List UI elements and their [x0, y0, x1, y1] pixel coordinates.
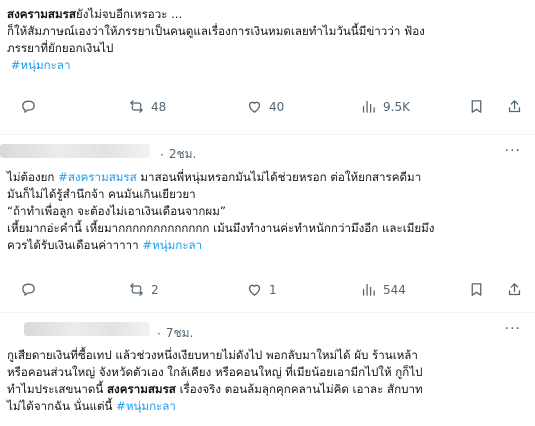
- views-count: 544: [383, 282, 406, 297]
- reply-icon: [22, 100, 35, 113]
- reply-actions: 2 1 544: [0, 281, 535, 305]
- share-icon: [508, 283, 521, 296]
- reply-button[interactable]: [20, 98, 37, 115]
- post-text-line3: ภรรยาที่ยักยอกเงินไป: [7, 41, 114, 55]
- post-text-line1: ยังไม่จบอีกเหรอวะ ...: [75, 7, 183, 21]
- share-icon: [508, 100, 521, 113]
- like-button[interactable]: 40: [246, 98, 284, 115]
- hashtag-link[interactable]: #หนุ่มกะลา: [11, 58, 71, 72]
- more-options-button[interactable]: ···: [505, 321, 521, 337]
- like-button[interactable]: 1: [246, 281, 277, 298]
- bookmark-icon: [471, 283, 482, 296]
- reply-text-line2: หรือคอนส่วนใหญ่ จังหวัดตัวเอง ใกล้เคียง …: [7, 365, 423, 379]
- reply-text-line5: ควรได้รับเงินเดือนค่าาาาา: [7, 238, 143, 252]
- reply-text-line2: มันก็ไม่ได้รู้สำนึกจ้า คนมันเกินเยียวยา: [7, 187, 196, 201]
- views-button[interactable]: 9.5K: [360, 98, 410, 115]
- reply-text-l1b: มาสอนพี่หนุ่มหรอกมันไม่ได้ช่วยหรอก ต่อให…: [136, 170, 422, 184]
- post-actions: 48 40 9.5K: [0, 98, 535, 122]
- repost-icon: [130, 283, 143, 296]
- reply-text-l4a: ไม่ได้จากฉัน นั่นแต่นี้: [7, 399, 117, 413]
- repost-button[interactable]: 48: [128, 98, 166, 115]
- repost-count: 2: [151, 282, 159, 297]
- reply-text: กูเสียดายเงินที่ซื้อเทป แล้วช่วงหนึ่งเงี…: [7, 347, 527, 415]
- hashtag-link[interactable]: #หนุ่มกะลา: [142, 238, 202, 252]
- like-count: 40: [269, 99, 285, 114]
- reply-time: 7ชม.: [165, 326, 194, 340]
- post-text: สงครามสมรสยังไม่จบอีกเหรอวะ ... ก็ให้สัม…: [7, 6, 527, 74]
- more-options-button[interactable]: ···: [505, 143, 521, 159]
- reply-meta: · 7ชม.: [157, 324, 193, 343]
- views-icon: [362, 283, 375, 296]
- hashtag-link[interactable]: #สงครามสมรส: [58, 170, 137, 184]
- redacted-username: [0, 144, 150, 158]
- bookmark-button[interactable]: [468, 98, 485, 115]
- repost-count: 48: [151, 99, 167, 114]
- repost-icon: [130, 100, 143, 113]
- share-button[interactable]: [506, 98, 523, 115]
- redacted-username: [24, 322, 150, 336]
- hashtag-link[interactable]: #หนุ่มกะลา: [116, 399, 176, 413]
- views-count: 9.5K: [383, 99, 410, 114]
- reply-text-l3a: ทำไมประเสขนาดนี้: [7, 382, 107, 396]
- share-button[interactable]: [506, 281, 523, 298]
- reply-text-l1a: ไม่ต้องยก: [7, 170, 59, 184]
- repost-button[interactable]: 2: [128, 281, 159, 298]
- post-text-line2: ก็ให้สัมภาษณ์เองว่าให้ภรรยาเป็นคนดูแลเรื…: [7, 24, 425, 38]
- bookmark-button[interactable]: [468, 281, 485, 298]
- bookmark-icon: [471, 100, 482, 113]
- heart-icon: [248, 101, 261, 113]
- reply-text-bold: สงครามสมรส: [106, 382, 176, 396]
- views-icon: [362, 100, 375, 113]
- heart-icon: [248, 284, 261, 296]
- reply-text: ไม่ต้องยก #สงครามสมรส มาสอนพี่หนุ่มหรอกม…: [7, 169, 527, 254]
- reply-time: 2ชม.: [168, 147, 197, 161]
- post-hashtag-bold: สงครามสมรส: [7, 7, 76, 21]
- reply-post-2: · 7ชม. ··· กูเสียดายเงินที่ซื้อเทป แล้วช่…: [0, 313, 535, 426]
- main-post: สงครามสมรสยังไม่จบอีกเหรอวะ ... ก็ให้สัม…: [0, 0, 535, 126]
- reply-post-1: · 2ชม. ··· ไม่ต้องยก #สงครามสมรส มาสอนพี่…: [0, 135, 535, 310]
- reply-meta: · 2ชม.: [160, 145, 196, 164]
- reply-text-line3: “ถ้าทำเพื่อลูก จะต้องไม่เอาเงินเดือนจากผ…: [7, 204, 226, 218]
- reply-text-l3b: เรื่องจริง ตอนล้มลุกคุกคลานไม่คิด เอาละ …: [175, 382, 423, 396]
- views-button[interactable]: 544: [360, 281, 406, 298]
- reply-text-line4: เหี้ยมากอ่ะคำนี้ เหี้ยมากกกกกกกกกกกกก เม…: [7, 221, 435, 235]
- reply-text-line1: กูเสียดายเงินที่ซื้อเทป แล้วช่วงหนึ่งเงี…: [7, 348, 418, 362]
- reply-icon: [22, 283, 35, 296]
- reply-button[interactable]: [20, 281, 37, 298]
- like-count: 1: [269, 282, 277, 297]
